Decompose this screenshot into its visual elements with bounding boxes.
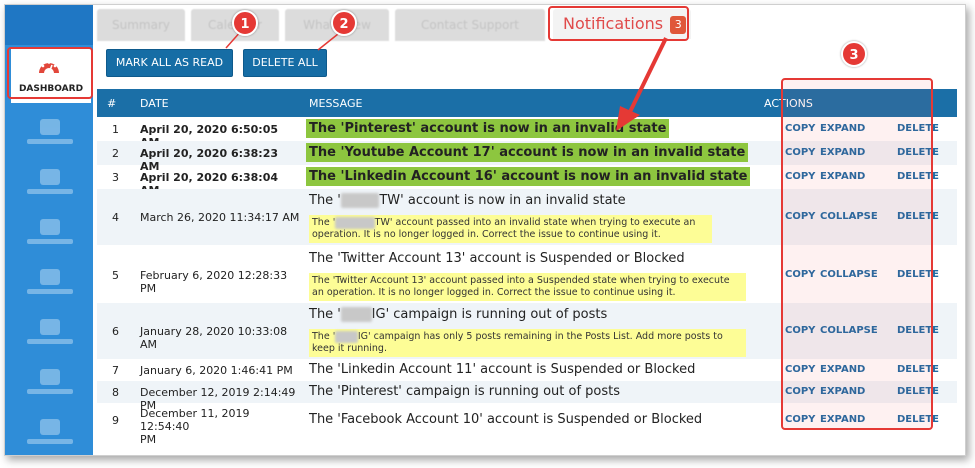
redacted-text: xxxxxxx <box>335 217 375 229</box>
row-number: 4 <box>112 211 119 224</box>
annotation-box-actions <box>781 78 933 430</box>
sidebar-blurred-icon <box>40 219 60 235</box>
row-number: 1 <box>112 123 119 136</box>
row-message: The 'Pinterest' account is now in an inv… <box>306 119 670 138</box>
annotation-box-notifications <box>548 6 689 41</box>
sidebar-item-blurred[interactable] <box>23 265 77 305</box>
row-message: The 'Youtube Account 17' account is now … <box>306 143 749 162</box>
row-detail: The 'xxxxxxxTW' account passed into an i… <box>309 215 712 243</box>
row-detail: The 'Twitter Account 13' account passed … <box>309 273 746 301</box>
header-message: MESSAGE <box>309 97 363 110</box>
row-date: January 28, 2020 10:33:08 AM <box>140 325 288 351</box>
tab-bar: Summary Calendar Whats New Contact Suppo… <box>93 5 965 45</box>
sidebar-item-blurred[interactable] <box>23 315 77 355</box>
redacted-text: xxxxx <box>340 193 380 208</box>
annotation-box-dashboard <box>7 47 93 99</box>
row-number: 9 <box>112 414 119 427</box>
header-date: DATE <box>140 97 169 110</box>
row-number: 6 <box>112 325 119 338</box>
delete-all-button[interactable]: DELETE ALL <box>243 49 327 77</box>
row-message: The 'xxxxIG' campaign is running out of … <box>309 307 608 322</box>
row-number: 5 <box>112 269 119 282</box>
row-date: February 6, 2020 12:28:33 PM <box>140 269 288 295</box>
tab-summary[interactable]: Summary <box>97 9 185 41</box>
row-message: The 'Linkedin Account 11' account is Sus… <box>309 362 696 377</box>
sidebar-blurred-icon <box>40 319 60 335</box>
row-message: The 'Facebook Account 10' account is Sus… <box>309 412 703 427</box>
row-message: The 'Twitter Account 13' account is Susp… <box>309 251 685 266</box>
row-detail: The 'xxxxIG' campaign has only 5 posts r… <box>309 329 746 357</box>
sidebar-blurred-icon <box>40 119 60 135</box>
sidebar-blurred-icon <box>40 419 60 435</box>
sidebar-top <box>5 5 93 45</box>
sidebar-item-blurred[interactable] <box>23 115 77 155</box>
redacted-text: xxxx <box>340 307 372 322</box>
row-number: 8 <box>112 386 119 399</box>
row-message: The 'Linkedin Account 16' account is now… <box>306 167 751 186</box>
sidebar-blurred-icon <box>40 269 60 285</box>
row-number: 7 <box>112 364 119 377</box>
annotation-marker-2: 2 <box>331 10 357 36</box>
row-date: January 6, 2020 1:46:41 PM <box>140 364 293 377</box>
tab-contact-support[interactable]: Contact Support <box>395 9 545 41</box>
row-number: 2 <box>112 147 119 160</box>
mark-all-read-button[interactable]: MARK ALL AS READ <box>106 49 233 77</box>
row-date: December 11, 2019 12:54:40 PM <box>140 407 250 446</box>
sidebar-item-blurred[interactable] <box>23 215 77 255</box>
header-num: # <box>107 97 117 110</box>
sidebar-item-blurred[interactable] <box>23 365 77 405</box>
sidebar-blurred-icon <box>40 369 60 385</box>
annotation-marker-3: 3 <box>841 41 867 67</box>
row-message: The 'xxxxxTW' account is now in an inval… <box>309 193 626 208</box>
row-date: March 26, 2020 11:34:17 AM <box>140 211 300 224</box>
sidebar-item-blurred[interactable] <box>23 415 77 455</box>
row-number: 3 <box>112 171 119 184</box>
sidebar-item-blurred[interactable] <box>23 165 77 205</box>
annotation-marker-1: 1 <box>232 10 258 36</box>
redacted-text: xxxx <box>335 331 358 343</box>
row-message: The 'Pinterest' campaign is running out … <box>309 384 620 399</box>
sidebar-blurred-icon <box>40 169 60 185</box>
